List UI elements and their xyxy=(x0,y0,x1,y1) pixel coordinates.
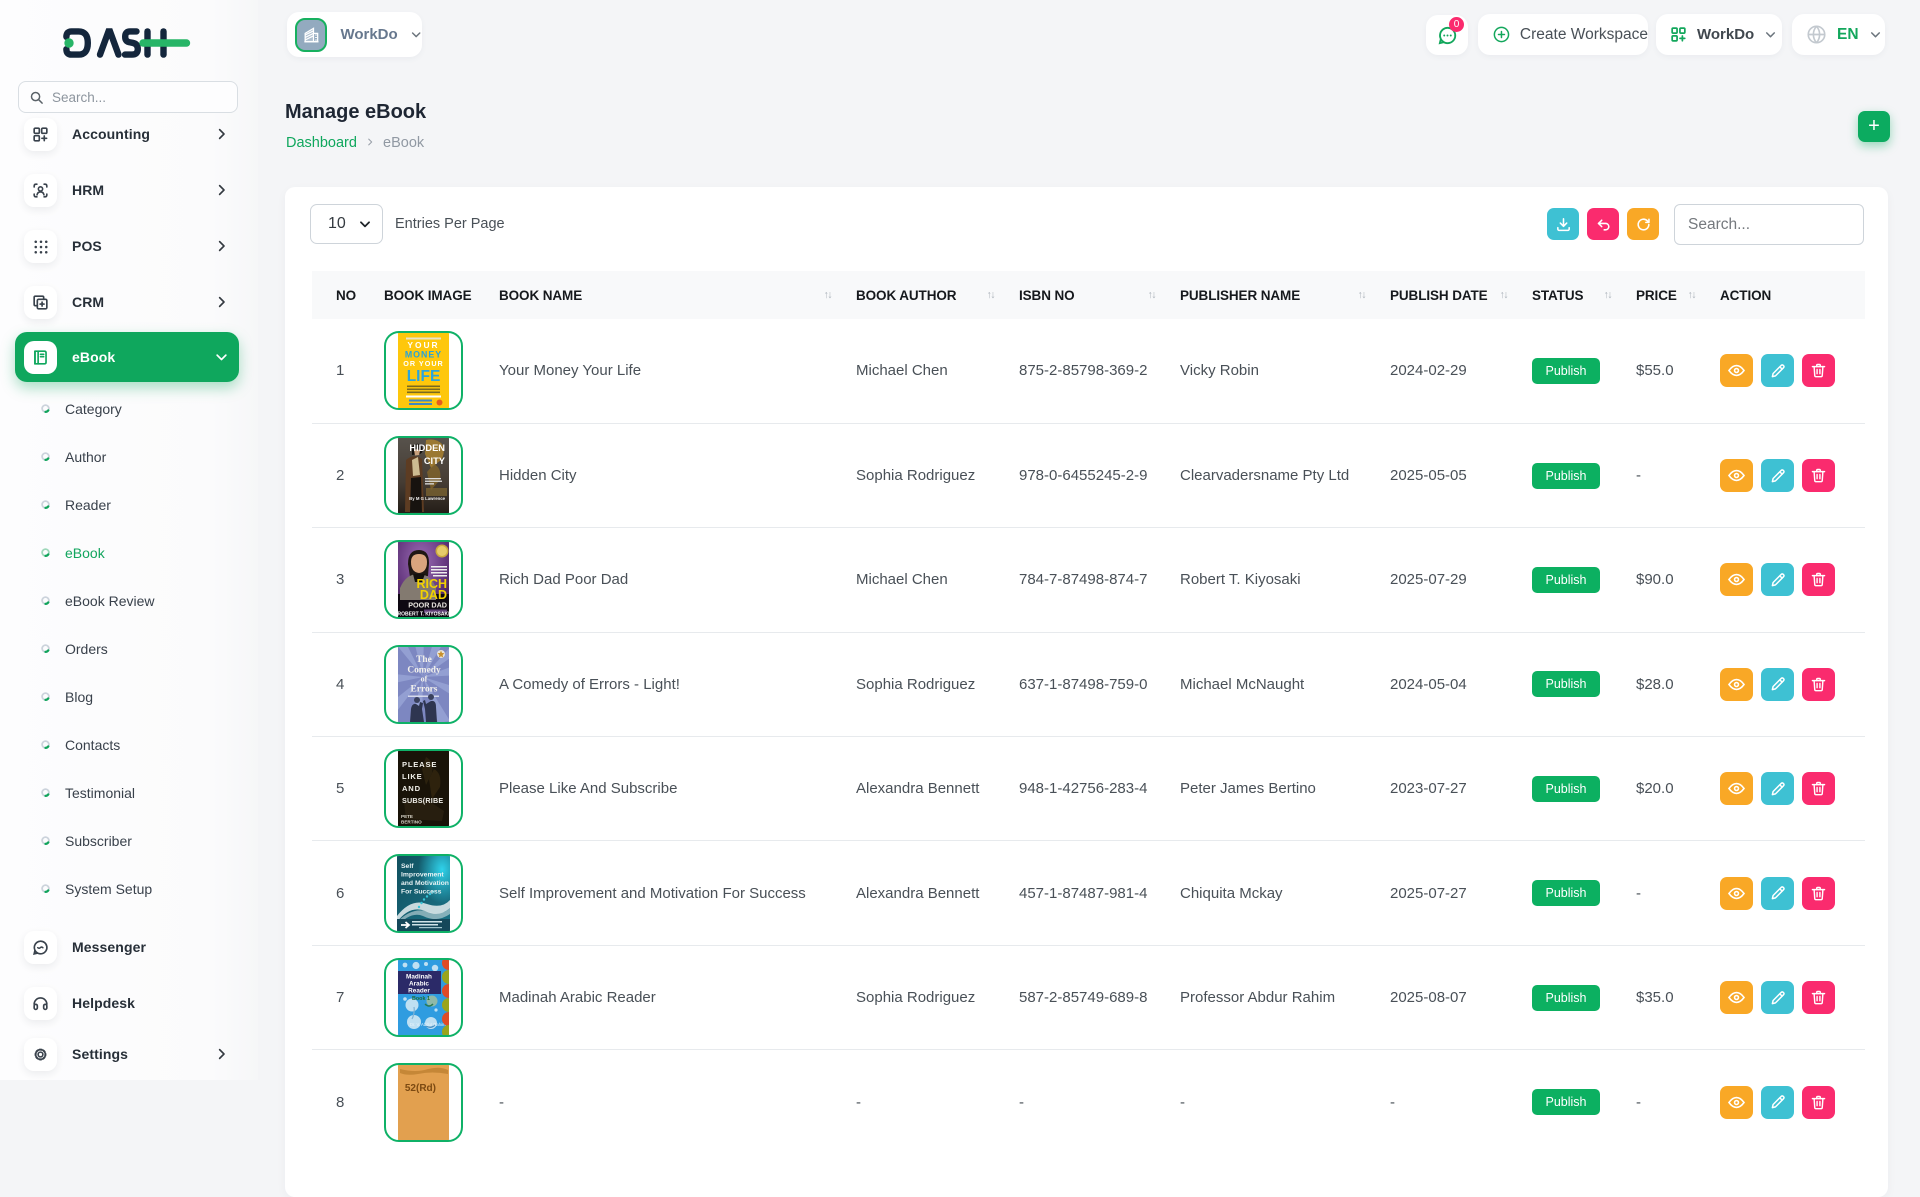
svg-text:Self: Self xyxy=(401,863,414,870)
svg-text:HIDDEN: HIDDEN xyxy=(409,443,445,453)
svg-text:Improvement: Improvement xyxy=(401,871,444,878)
svg-text:Reader: Reader xyxy=(408,988,430,995)
svg-text:Book 1: Book 1 xyxy=(412,996,430,1002)
svg-text:CITY: CITY xyxy=(424,456,446,466)
svg-text:Madinah: Madinah xyxy=(406,974,432,981)
svg-text:Errors: Errors xyxy=(411,684,438,694)
svg-text:MONEY: MONEY xyxy=(405,350,442,360)
svg-text:and Motivation: and Motivation xyxy=(401,880,449,887)
svg-text:AND: AND xyxy=(402,784,421,793)
svg-text:52(Rd): 52(Rd) xyxy=(405,1083,436,1094)
svg-text:By M G Lawrence: By M G Lawrence xyxy=(409,496,445,501)
svg-text:LIKE: LIKE xyxy=(402,772,423,781)
svg-text:The: The xyxy=(416,655,432,665)
svg-text:LIFE: LIFE xyxy=(407,368,441,385)
svg-text:Arabic: Arabic xyxy=(409,981,429,988)
svg-text:SUBS(RIBE: SUBS(RIBE xyxy=(402,796,443,805)
svg-text:POOR DAD: POOR DAD xyxy=(408,601,447,610)
svg-text:of: of xyxy=(421,674,428,683)
svg-text:PLEASE: PLEASE xyxy=(402,760,437,769)
svg-text:YOUR: YOUR xyxy=(407,340,439,350)
svg-text:Dr. V. Abdur Rahim: Dr. V. Abdur Rahim xyxy=(410,1022,446,1027)
svg-text:PETE: PETE xyxy=(401,814,413,819)
svg-text:OR YOUR: OR YOUR xyxy=(403,359,443,368)
svg-text:ROBERT T. KIYOSAKI: ROBERT T. KIYOSAKI xyxy=(398,612,449,618)
svg-text:BERTINO: BERTINO xyxy=(401,820,422,825)
svg-text:For Success: For Success xyxy=(401,888,442,895)
